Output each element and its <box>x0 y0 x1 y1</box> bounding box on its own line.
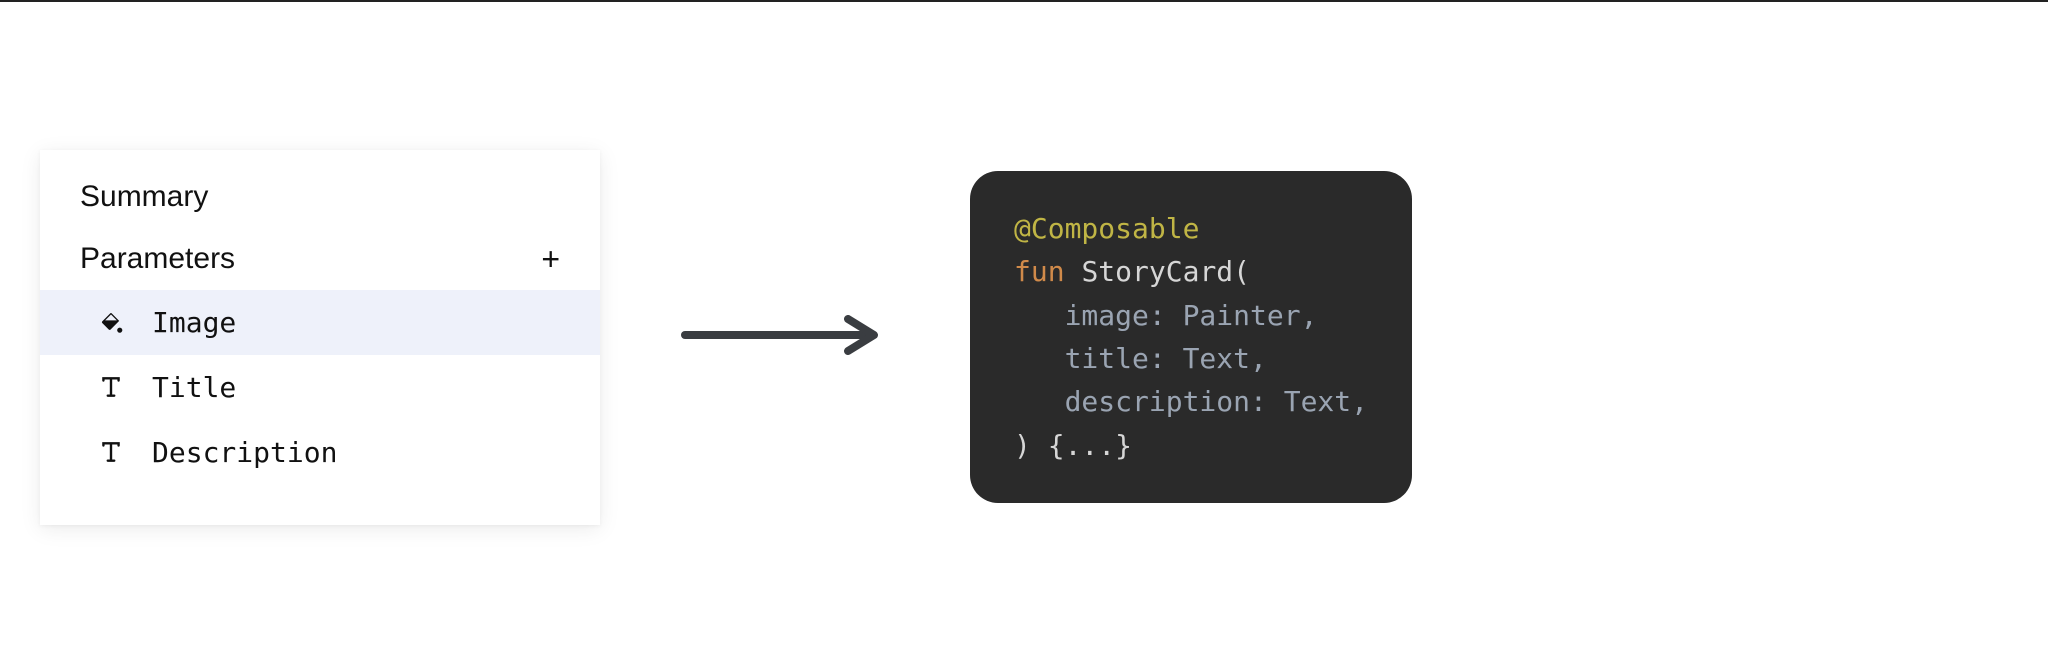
code-param-name: title <box>1065 342 1149 375</box>
code-open-paren: ( <box>1233 255 1250 288</box>
parameter-label: Description <box>152 436 337 469</box>
code-close-line: ) {...} <box>1014 429 1132 462</box>
code-param-type: Painter <box>1183 299 1301 332</box>
code-line: title: Text, <box>1014 337 1368 380</box>
code-function-name: StoryCard <box>1081 255 1233 288</box>
parameters-header: Parameters + <box>40 228 600 290</box>
add-parameter-button[interactable]: + <box>541 243 560 275</box>
image-fill-icon <box>96 307 126 337</box>
parameter-row-image[interactable]: Image <box>40 290 600 355</box>
code-line: image: Painter, <box>1014 294 1368 337</box>
text-type-icon <box>96 372 126 402</box>
code-keyword-fun: fun <box>1014 255 1065 288</box>
parameter-row-description[interactable]: Description <box>40 420 600 485</box>
code-annotation: @Composable <box>1014 212 1199 245</box>
text-type-icon <box>96 437 126 467</box>
parameter-row-title[interactable]: Title <box>40 355 600 420</box>
parameter-label: Title <box>152 371 236 404</box>
code-param-name: description <box>1065 385 1250 418</box>
code-line: @Composable <box>1014 207 1368 250</box>
code-snippet: @Composable fun StoryCard( image: Painte… <box>970 171 1412 503</box>
arrow-icon <box>680 315 890 360</box>
parameter-label: Image <box>152 306 236 339</box>
code-param-type: Text <box>1284 385 1351 418</box>
code-param-type: Text <box>1183 342 1250 375</box>
parameters-panel: Summary Parameters + Image Title Descrip… <box>40 150 600 525</box>
parameters-heading[interactable]: Parameters <box>80 242 235 276</box>
code-line: ) {...} <box>1014 424 1368 467</box>
code-line: description: Text, <box>1014 380 1368 423</box>
code-line: fun StoryCard( <box>1014 250 1368 293</box>
summary-heading[interactable]: Summary <box>40 150 600 228</box>
code-param-name: image <box>1065 299 1149 332</box>
